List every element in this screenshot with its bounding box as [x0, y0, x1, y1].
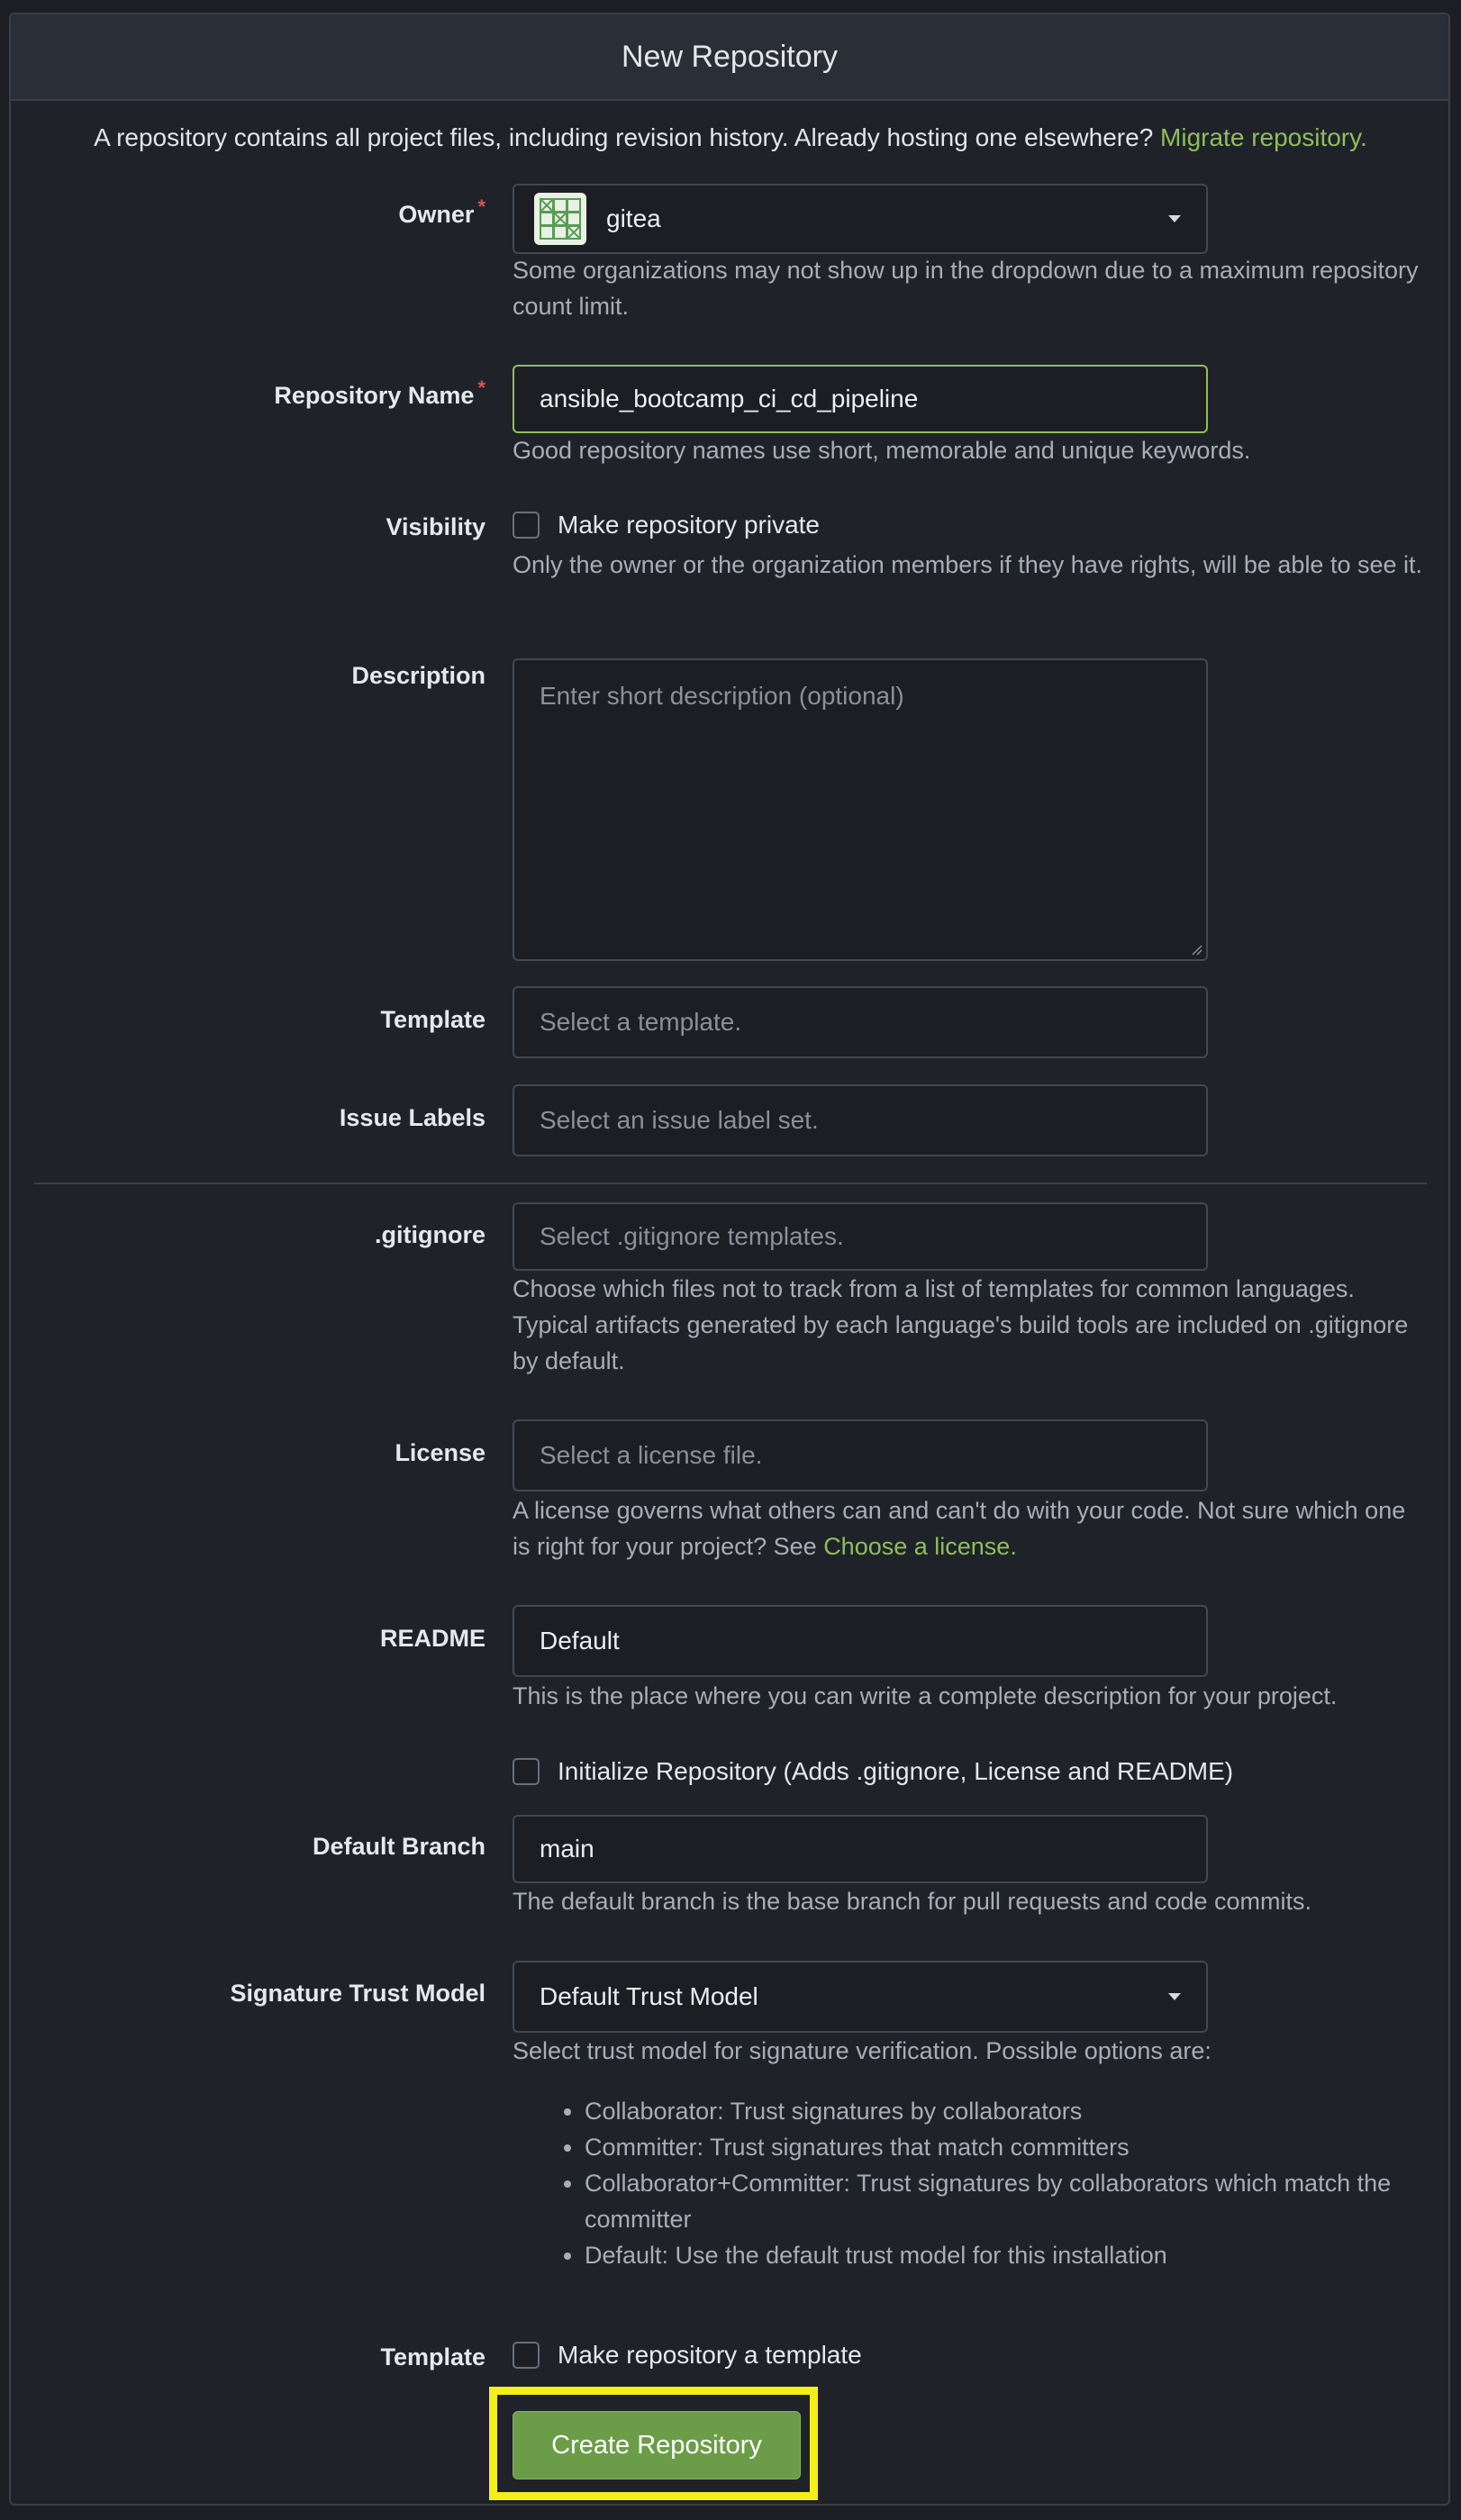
private-checkbox[interactable] — [513, 512, 540, 539]
make-template-checkbox[interactable] — [513, 2342, 540, 2369]
license-help: A license governs what others can and ca… — [513, 1492, 1422, 1564]
init-repo-checkbox-row[interactable]: Initialize Repository (Adds .gitignore, … — [513, 1757, 1233, 1786]
trust-model-label: Signature Trust Model — [230, 1980, 485, 2007]
intro-text: A repository contains all project files,… — [0, 123, 1461, 152]
intro-description: A repository contains all project files,… — [94, 123, 1154, 151]
panel-header: New Repository — [11, 14, 1448, 101]
choose-license-link[interactable]: Choose a license. — [823, 1533, 1017, 1560]
readme-label: README — [379, 1625, 485, 1652]
gitignore-help: Choose which files not to track from a l… — [513, 1275, 1409, 1374]
required-mark: * — [477, 195, 485, 218]
repo-name-help: Good repository names use short, memorab… — [513, 437, 1251, 464]
init-repo-checkbox-label[interactable]: Initialize Repository (Adds .gitignore, … — [558, 1757, 1233, 1786]
list-item: Default: Use the default trust model for… — [585, 2237, 1422, 2273]
caret-down-icon — [1168, 1993, 1181, 2000]
template-label: Template — [380, 1006, 485, 1033]
caret-down-icon — [1168, 215, 1181, 222]
trust-model-dropdown[interactable]: Default Trust Model — [513, 1961, 1208, 2033]
visibility-help: Only the owner or the organization membe… — [513, 551, 1423, 578]
org-avatar-icon — [534, 193, 586, 245]
required-mark: * — [477, 376, 485, 399]
list-item: Collaborator: Trust signatures by collab… — [585, 2093, 1422, 2129]
owner-label-text: Owner — [398, 201, 475, 228]
gitignore-placeholder: Select .gitignore templates. — [540, 1222, 844, 1250]
description-textarea[interactable]: Enter short description (optional) — [513, 658, 1208, 961]
default-branch-input[interactable]: main — [513, 1815, 1208, 1883]
init-repo-checkbox[interactable] — [513, 1758, 540, 1785]
resize-handle-icon[interactable] — [1190, 943, 1202, 956]
description-placeholder: Enter short description (optional) — [540, 682, 904, 710]
repo-name-input[interactable]: ansible_bootcamp_ci_cd_pipeline — [513, 365, 1208, 433]
make-template-checkbox-row[interactable]: Make repository a template — [513, 2341, 862, 2370]
page-title: New Repository — [622, 39, 838, 74]
license-placeholder: Select a license file. — [540, 1441, 763, 1469]
gitignore-select[interactable]: Select .gitignore templates. — [513, 1202, 1208, 1271]
readme-help: This is the place where you can write a … — [513, 1682, 1338, 1709]
trust-model-options: Collaborator: Trust signatures by collab… — [513, 2093, 1422, 2273]
issue-labels-select[interactable]: Select an issue label set. — [513, 1084, 1208, 1156]
default-branch-value: main — [540, 1835, 594, 1863]
readme-value: Default — [540, 1627, 620, 1654]
template-placeholder: Select a template. — [540, 1008, 742, 1036]
issue-labels-placeholder: Select an issue label set. — [540, 1106, 819, 1134]
repo-name-label: Repository Name * — [274, 376, 485, 410]
list-item: Collaborator+Committer: Trust signatures… — [585, 2165, 1422, 2237]
make-template-label: Template — [380, 2343, 485, 2370]
owner-help: Some organizations may not show up in th… — [513, 257, 1419, 320]
trust-model-help: Select trust model for signature verific… — [513, 2037, 1211, 2064]
license-select[interactable]: Select a license file. — [513, 1419, 1208, 1491]
gitignore-label: .gitignore — [375, 1221, 485, 1248]
trust-model-value: Default Trust Model — [540, 1982, 758, 2010]
repo-name-value: ansible_bootcamp_ci_cd_pipeline — [540, 385, 919, 412]
owner-dropdown[interactable]: gitea — [513, 184, 1208, 254]
owner-label: Owner * — [398, 195, 485, 229]
visibility-label: Visibility — [386, 513, 485, 540]
migrate-repository-link[interactable]: Migrate repository. — [1160, 123, 1367, 151]
license-label: License — [395, 1439, 485, 1466]
issue-labels-label: Issue Labels — [339, 1104, 485, 1131]
description-label: Description — [351, 662, 485, 689]
private-checkbox-row[interactable]: Make repository private — [513, 511, 820, 539]
default-branch-label: Default Branch — [312, 1833, 485, 1860]
repo-name-label-text: Repository Name — [274, 382, 475, 409]
default-branch-help: The default branch is the base branch fo… — [513, 1888, 1311, 1915]
readme-select[interactable]: Default — [513, 1605, 1208, 1677]
make-template-checkbox-label[interactable]: Make repository a template — [558, 2341, 862, 2370]
section-divider — [34, 1183, 1427, 1184]
template-select[interactable]: Select a template. — [513, 986, 1208, 1058]
list-item: Committer: Trust signatures that match c… — [585, 2129, 1422, 2165]
create-repository-button[interactable]: Create Repository — [513, 2411, 801, 2479]
private-checkbox-label[interactable]: Make repository private — [558, 511, 820, 539]
owner-value: gitea — [606, 204, 661, 232]
